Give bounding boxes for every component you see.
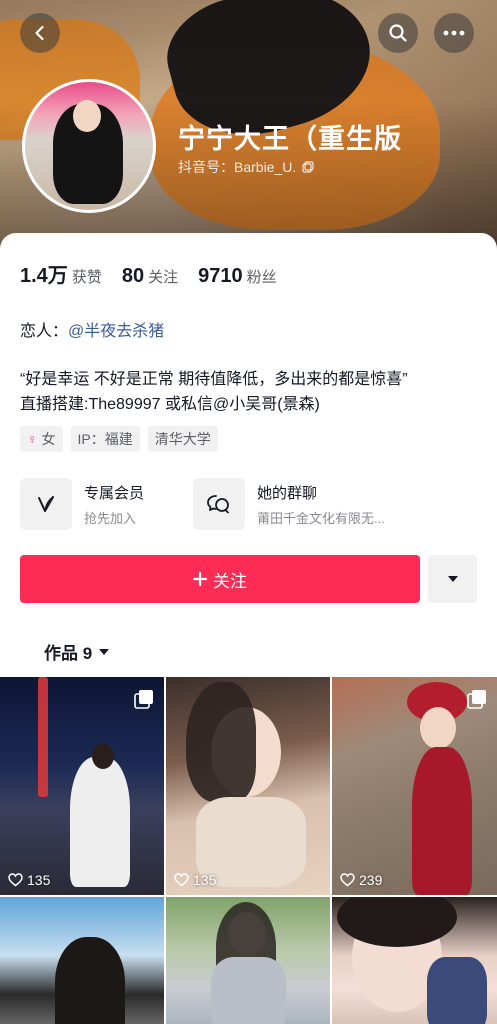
tab-works[interactable]: 作品 9 [44,639,110,664]
bio-line: 直播搭建:The89997 或私信@小吴哥(景森) [20,396,320,413]
member-title: 专属会员 [84,484,145,502]
following-count[interactable]: 80 [122,265,144,288]
video-thumbnail[interactable] [0,897,164,1024]
heart-icon [174,873,189,887]
chevron-left-icon [35,25,44,41]
caret-down-icon [447,576,458,582]
group-chat-entry[interactable]: 她的群聊 莆田千金文化有限无... [193,478,385,530]
search-button[interactable] [378,13,418,53]
followers-label: 粉丝 [246,269,277,286]
multi-image-icon [467,690,486,709]
more-options-button[interactable] [434,13,474,53]
video-thumbnail[interactable] [332,897,497,1024]
likes-counter: 239 [340,872,382,888]
lover-link[interactable]: @半夜去杀猪 [68,323,164,340]
heart-icon [8,873,23,887]
feature-entries: 专属会员 抢先加入 她的群聊 莆田千金文化有限无... [20,478,477,532]
recommend-dropdown-button[interactable] [428,555,477,603]
likes-counter: 135 [174,872,216,888]
follow-label: 关注 [213,571,247,591]
more-dots-icon [443,30,465,36]
gender-tag: ♀ 女 [20,426,63,452]
likes-count[interactable]: 1.4万 [20,259,68,288]
membership-icon [38,496,54,512]
member-subtitle: 抢先加入 [84,510,137,526]
search-icon [389,24,407,42]
likes-counter: 135 [8,872,50,888]
plus-icon [193,572,207,586]
video-thumbnail[interactable] [166,897,330,1024]
ip-tag: IP：福建 [70,426,140,452]
back-button[interactable] [20,13,60,53]
bio: “好是幸运 不好是正常 期待值降低，多出来的都是惊喜” 直播搭建:The8999… [20,367,408,417]
douyin-id-text: 抖音号：Barbie_U. [178,159,297,175]
group-chat-subtitle: 莆田千金文化有限无... [257,510,385,526]
followers-count[interactable]: 9710 [198,265,243,288]
profile-stats: 1.4万 获赞 80 关注 9710 粉丝 [20,259,297,288]
heart-icon [340,873,355,887]
caret-down-icon [99,648,110,655]
profile-card: 1.4万 获赞 80 关注 9710 粉丝 恋人：@半夜去杀猪 “好是幸运 不好… [0,233,497,1024]
avatar[interactable] [22,79,156,213]
bio-line: “好是幸运 不好是正常 期待值降低，多出来的都是惊喜” [20,371,408,388]
video-thumbnail[interactable]: 135 [166,677,330,895]
profile-nickname: 宁宁大王（重生版 [178,124,402,154]
female-icon: ♀ [27,431,38,447]
works-tab-label: 作品 9 [44,644,93,663]
likes-label: 获赞 [71,269,102,286]
video-thumbnail[interactable]: 135 [0,677,164,895]
follow-button[interactable]: 关注 [20,555,420,603]
video-thumbnail[interactable]: 239 [332,677,497,895]
exclusive-member-entry[interactable]: 专属会员 抢先加入 [20,478,144,530]
school-tag[interactable]: 清华大学 [147,426,218,452]
lover-prefix: 恋人： [20,323,69,340]
group-chat-title: 她的群聊 [257,484,318,502]
multi-image-icon [134,690,153,709]
lover-line: 恋人：@半夜去杀猪 [20,317,164,341]
copy-icon[interactable] [302,161,314,173]
profile-tags: ♀ 女 IP：福建 清华大学 [20,426,218,452]
douyin-id[interactable]: 抖音号：Barbie_U. [178,157,314,177]
group-chat-icon [207,495,229,514]
following-label: 关注 [148,269,179,286]
